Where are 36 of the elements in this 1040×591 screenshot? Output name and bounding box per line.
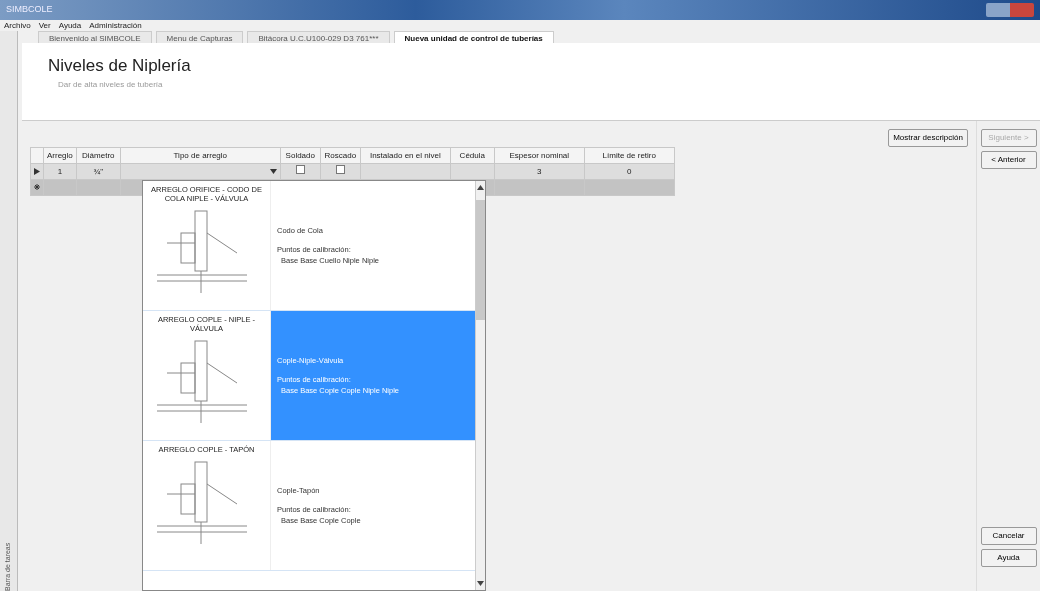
column-header: Arreglo: [43, 147, 77, 164]
column-header: Instalado en el nivel: [360, 147, 451, 164]
page-subtitle: Dar de alta niveles de tubería: [58, 78, 164, 91]
column-header: Tipo de arreglo: [120, 147, 281, 164]
checkbox[interactable]: [335, 165, 345, 174]
window-title: SIMBCOLE: [6, 3, 53, 17]
scroll-up-icon[interactable]: [477, 185, 484, 190]
table-cell: 0: [627, 166, 632, 176]
column-header: Diámetro: [76, 147, 121, 164]
column-header: Cédula: [450, 147, 495, 164]
new-row-icon: [34, 184, 40, 191]
tab[interactable]: Nueva unidad de control de tuberías: [393, 31, 554, 43]
wizard-button[interactable]: Ayuda: [980, 549, 1037, 567]
column-header: Límite de retiro: [584, 147, 675, 164]
table-cell: ¾": [93, 166, 104, 176]
menu-item[interactable]: Ayuda: [54, 20, 86, 31]
checkbox[interactable]: [295, 165, 305, 174]
tab[interactable]: Bienvenido al SIMBCOLE: [38, 31, 152, 43]
dropdown-arrow-icon[interactable]: [269, 168, 277, 174]
table-cell: 1: [57, 166, 63, 176]
tab[interactable]: Menu de Capturas: [155, 31, 244, 43]
column-header: Espesor nominal: [494, 147, 585, 164]
wizard-button[interactable]: Cancelar: [980, 527, 1037, 545]
table-cell: 3: [537, 166, 542, 176]
scrollbar-thumb[interactable]: [476, 200, 485, 320]
show-description-button[interactable]: Mostrar descripción: [888, 129, 968, 147]
menu-item[interactable]: Archivo: [0, 20, 35, 31]
menu-item[interactable]: Ver: [34, 20, 55, 31]
wizard-button[interactable]: < Anterior: [980, 151, 1037, 169]
tab[interactable]: Bitácora U.C.U100-029 D3 761***: [247, 31, 390, 43]
current-row-icon: [34, 167, 40, 175]
column-header: Soldado: [280, 147, 321, 164]
scroll-down-icon[interactable]: [477, 581, 484, 586]
menu-item[interactable]: Administración: [85, 20, 146, 31]
page-title: Niveles de Niplería: [48, 55, 192, 77]
column-header: Roscado: [320, 147, 361, 164]
